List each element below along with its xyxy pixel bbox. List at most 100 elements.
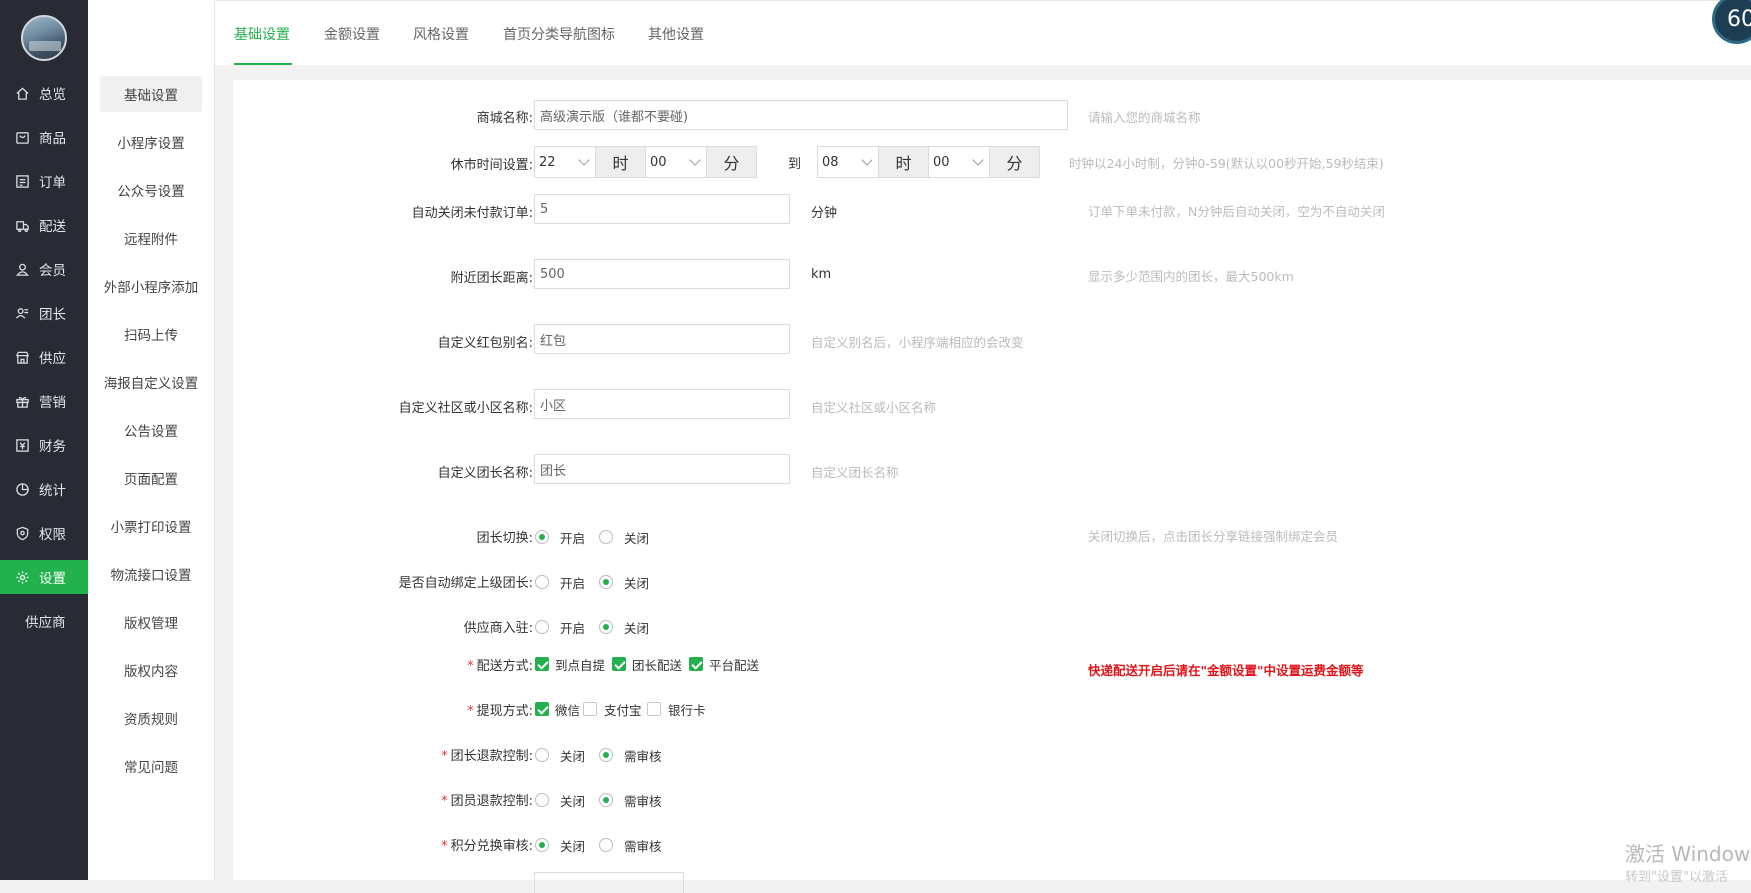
tab-other[interactable]: 其他设置 xyxy=(648,24,704,44)
auto-bind-off-radio[interactable] xyxy=(599,575,613,589)
leader-switch-label: 团长切换: xyxy=(476,531,533,546)
delivery-platform-checkbox[interactable] xyxy=(689,657,703,671)
nav-item-stats[interactable]: 统计 xyxy=(0,472,88,506)
withdraw-alipay-checkbox[interactable] xyxy=(583,702,597,716)
checkbox-label: 到点自提 xyxy=(555,658,606,673)
points-review-off-radio[interactable] xyxy=(535,838,549,852)
shop-name-input[interactable]: 高级演示版（谁都不要碰) xyxy=(534,100,1068,130)
leader-switch-off-radio[interactable] xyxy=(599,530,613,544)
end-hour-select[interactable]: 08 xyxy=(817,146,879,178)
subnav-item-logistics-api[interactable]: 物流接口设置 xyxy=(88,556,214,592)
nav-item-label: 财务 xyxy=(39,439,66,455)
nav-item-suppliers[interactable]: 供应商 xyxy=(0,604,88,638)
subnav-item-copyright-content[interactable]: 版权内容 xyxy=(88,652,214,688)
label-text: 团长退款控制: xyxy=(450,749,533,764)
partial-input-field[interactable] xyxy=(534,872,684,893)
delivery-pickup-checkbox[interactable] xyxy=(535,657,549,671)
community-alias-input[interactable]: 小区 xyxy=(534,389,790,419)
subnav-item-external-miniprogram[interactable]: 外部小程序添加 xyxy=(88,268,214,304)
tab-style[interactable]: 风格设置 xyxy=(413,24,469,44)
tab-basic[interactable]: 基础设置 xyxy=(234,24,290,44)
subnav-label: 版权内容 xyxy=(124,664,178,680)
checkbox-label: 平台配送 xyxy=(709,658,760,673)
to-label: 到 xyxy=(788,157,802,172)
leader-refund-off-radio[interactable] xyxy=(535,748,549,762)
start-minute-select[interactable]: 00 xyxy=(645,146,707,178)
nav-item-delivery[interactable]: 配送 xyxy=(0,208,88,242)
nav-item-leaders[interactable]: 团长 xyxy=(0,296,88,330)
required-mark: * xyxy=(441,839,448,854)
withdraw-label: * 提现方式: xyxy=(233,700,533,719)
withdraw-wechat-checkbox[interactable] xyxy=(535,702,549,716)
tab-home-category-icons[interactable]: 首页分类导航图标 xyxy=(503,24,615,44)
subnav-label: 资质规则 xyxy=(124,712,178,728)
minute-addon: 分 xyxy=(989,146,1040,178)
minute-addon: 分 xyxy=(706,146,757,178)
main-nav: 总览 商品 订单 配送 会员 团长 供应 营销 财务 统计 权限 设置 供应商 xyxy=(0,0,88,880)
nav-item-supply[interactable]: 供应 xyxy=(0,340,88,374)
points-review-review-radio[interactable] xyxy=(599,838,613,852)
subnav-item-qualification[interactable]: 资质规则 xyxy=(88,700,214,736)
member-refund-off-radio[interactable] xyxy=(535,793,549,807)
subnav-item-poster[interactable]: 海报自定义设置 xyxy=(88,364,214,400)
subnav-item-miniprogram[interactable]: 小程序设置 xyxy=(88,124,214,160)
subnav-label: 远程附件 xyxy=(124,232,178,248)
nav-item-label: 供应 xyxy=(39,351,66,367)
nav-item-orders[interactable]: 订单 xyxy=(0,164,88,198)
subnav-item-scan-upload[interactable]: 扫码上传 xyxy=(88,316,214,352)
subnav-item-copyright[interactable]: 版权管理 xyxy=(88,604,214,640)
chevron-down-icon xyxy=(972,154,984,166)
nav-item-members[interactable]: 会员 xyxy=(0,252,88,286)
subnav-item-official-account[interactable]: 公众号设置 xyxy=(88,172,214,208)
leader-switch-on-radio[interactable] xyxy=(535,530,549,544)
nav-item-marketing[interactable]: 营销 xyxy=(0,384,88,418)
nav-item-overview[interactable]: 总览 xyxy=(0,76,88,110)
auto-close-unit: 分钟 xyxy=(811,206,838,221)
checkbox-label: 微信 xyxy=(555,703,581,718)
member-refund-review-radio[interactable] xyxy=(599,793,613,807)
supplier-join-off-radio[interactable] xyxy=(599,620,613,634)
subnav-label: 常见问题 xyxy=(124,760,178,776)
tab-amount[interactable]: 金额设置 xyxy=(324,24,380,44)
nav-item-goods[interactable]: 商品 xyxy=(0,120,88,154)
community-alias-label: 自定义社区或小区名称: xyxy=(398,401,533,416)
leader-switch-hint: 关闭切换后，点击团长分享链接强制绑定会员 xyxy=(1088,529,1339,544)
nav-item-finance[interactable]: 财务 xyxy=(0,428,88,462)
subnav-item-faq[interactable]: 常见问题 xyxy=(88,748,214,784)
distance-unit: km xyxy=(811,267,832,282)
subnav-item-receipt-print[interactable]: 小票打印设置 xyxy=(88,508,214,544)
select-value: 00 xyxy=(933,154,950,170)
nav-item-permissions[interactable]: 权限 xyxy=(0,516,88,550)
delivery-leader-checkbox[interactable] xyxy=(612,657,626,671)
redpack-alias-input[interactable]: 红包 xyxy=(534,324,790,354)
radio-label: 关闭 xyxy=(624,531,650,546)
withdraw-bankcard-checkbox[interactable] xyxy=(647,702,661,716)
leader-icon xyxy=(14,305,31,322)
avatar[interactable] xyxy=(21,15,67,61)
nav-item-label: 供应商 xyxy=(25,615,66,631)
delivery-warning: 快递配送开启后请在"金额设置"中设置运费金额等 xyxy=(1088,663,1364,678)
radio-label: 关闭 xyxy=(560,794,586,809)
leader-refund-review-radio[interactable] xyxy=(599,748,613,762)
nav-item-label: 营销 xyxy=(39,395,66,411)
required-mark: * xyxy=(441,794,448,809)
hour-addon: 时 xyxy=(595,146,646,178)
auto-close-input[interactable]: 5 xyxy=(534,194,790,224)
auto-bind-on-radio[interactable] xyxy=(535,575,549,589)
subnav-item-remote-attachment[interactable]: 远程附件 xyxy=(88,220,214,256)
nav-item-label: 总览 xyxy=(39,87,66,103)
hour-addon: 时 xyxy=(878,146,929,178)
subnav-item-basic[interactable]: 基础设置 xyxy=(100,76,202,112)
end-minute-select[interactable]: 00 xyxy=(928,146,990,178)
points-review-label: * 积分兑换审核: xyxy=(233,835,533,854)
distance-input[interactable]: 500 xyxy=(534,259,790,289)
nav-item-settings[interactable]: 设置 xyxy=(0,560,88,594)
supplier-join-on-radio[interactable] xyxy=(535,620,549,634)
subnav-item-notice[interactable]: 公告设置 xyxy=(88,412,214,448)
finance-icon xyxy=(14,437,31,454)
subnav-label: 外部小程序添加 xyxy=(103,280,199,296)
subnav-item-page-config[interactable]: 页面配置 xyxy=(88,460,214,496)
start-hour-select[interactable]: 22 xyxy=(534,146,596,178)
leader-alias-input[interactable]: 团长 xyxy=(534,454,790,484)
label-text: 团员退款控制: xyxy=(450,794,533,809)
